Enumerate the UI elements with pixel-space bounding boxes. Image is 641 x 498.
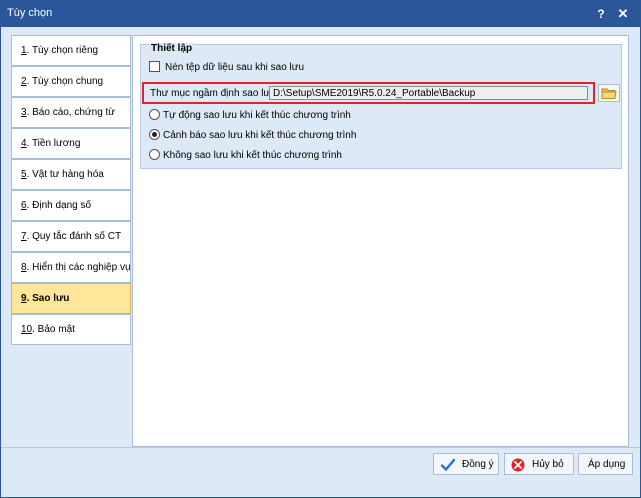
backup-folder-input[interactable] xyxy=(269,86,588,100)
sidebar-item-inventory[interactable]: 5. Vật tư hàng hóa xyxy=(11,159,131,190)
help-button[interactable]: ? xyxy=(593,5,609,23)
folder-icon xyxy=(601,88,617,99)
settings-group: Thiết lập Nén tệp dữ liệu sau khi sao lư… xyxy=(140,43,622,169)
radio-label: Tự động sao lưu khi kết thúc chương trìn… xyxy=(163,110,351,121)
radio-button-selected[interactable] xyxy=(149,129,160,140)
sidebar-item-label: 9. Sao lưu xyxy=(21,293,70,304)
cancel-label: Hủy bỏ xyxy=(532,459,564,470)
sidebar-item-label: 7. Quy tắc đánh số CT xyxy=(21,231,122,242)
sidebar-item-label: 1. Tùy chọn riêng xyxy=(21,45,99,56)
radio-auto-backup[interactable]: Tự động sao lưu khi kết thúc chương trìn… xyxy=(149,109,351,121)
settings-panel: Thiết lập Nén tệp dữ liệu sau khi sao lư… xyxy=(132,35,629,447)
browse-folder-button[interactable] xyxy=(598,84,620,102)
apply-label: Áp dụng xyxy=(588,459,626,470)
backup-folder-row: Thư mục ngầm định sao lưu xyxy=(142,82,595,104)
checkmark-icon xyxy=(440,458,456,471)
backup-folder-label: Thư mục ngầm định sao lưu xyxy=(150,88,276,99)
checkbox-box[interactable] xyxy=(149,61,160,72)
ok-button[interactable]: Đồng ý xyxy=(433,453,499,475)
sidebar-item-label: 2. Tùy chọn chung xyxy=(21,76,104,87)
radio-label: Cảnh báo sao lưu khi kết thúc chương trì… xyxy=(163,130,357,141)
sidebar-item-backup[interactable]: 9. Sao lưu xyxy=(11,283,131,314)
cancel-icon xyxy=(511,458,525,472)
sidebar-item-label: 10. Bảo mật xyxy=(21,324,75,335)
group-title: Thiết lập xyxy=(149,43,195,54)
options-dialog: Tùy chọn ? ✕ 1. Tùy chọn riêng 2. Tùy ch… xyxy=(0,0,641,498)
sidebar-item-label: 4. Tiền lương xyxy=(21,138,81,149)
apply-button[interactable]: Áp dụng xyxy=(578,453,633,475)
window-title: Tùy chọn xyxy=(7,7,53,19)
radio-warn-backup[interactable]: Cảnh báo sao lưu khi kết thúc chương trì… xyxy=(149,129,356,141)
sidebar-item-general-options[interactable]: 2. Tùy chọn chung xyxy=(11,66,131,97)
sidebar-item-label: 3. Báo cáo, chứng từ xyxy=(21,107,115,118)
sidebar-item-custom-options[interactable]: 1. Tùy chọn riêng xyxy=(11,35,131,66)
radio-no-backup[interactable]: Không sao lưu khi kết thúc chương trình xyxy=(149,149,342,161)
sidebar-item-label: 8. Hiển thị các nghiệp vụ xyxy=(21,262,131,273)
compress-checkbox[interactable]: Nén tệp dữ liệu sau khi sao lưu xyxy=(149,61,304,73)
sidebar-item-numbering-rules[interactable]: 7. Quy tắc đánh số CT xyxy=(11,221,131,252)
radio-label: Không sao lưu khi kết thúc chương trình xyxy=(163,150,342,161)
sidebar-item-salary[interactable]: 4. Tiền lương xyxy=(11,128,131,159)
title-bar: Tùy chọn ? ✕ xyxy=(1,1,640,27)
sidebar-item-number-format[interactable]: 6. Định dạng số xyxy=(11,190,131,221)
sidebar-item-label: 6. Định dạng số xyxy=(21,200,92,211)
sidebar-item-label: 5. Vật tư hàng hóa xyxy=(21,169,104,180)
cancel-button[interactable]: Hủy bỏ xyxy=(504,453,574,475)
close-button[interactable]: ✕ xyxy=(615,5,631,23)
compress-label: Nén tệp dữ liệu sau khi sao lưu xyxy=(165,62,305,73)
radio-button[interactable] xyxy=(149,109,160,120)
footer-divider xyxy=(1,447,640,448)
sidebar-item-display-operations[interactable]: 8. Hiển thị các nghiệp vụ xyxy=(11,252,131,283)
radio-button[interactable] xyxy=(149,149,160,160)
sidebar-item-security[interactable]: 10. Bảo mật xyxy=(11,314,131,345)
ok-label: Đồng ý xyxy=(462,459,494,470)
sidebar-item-reports[interactable]: 3. Báo cáo, chứng từ xyxy=(11,97,131,128)
